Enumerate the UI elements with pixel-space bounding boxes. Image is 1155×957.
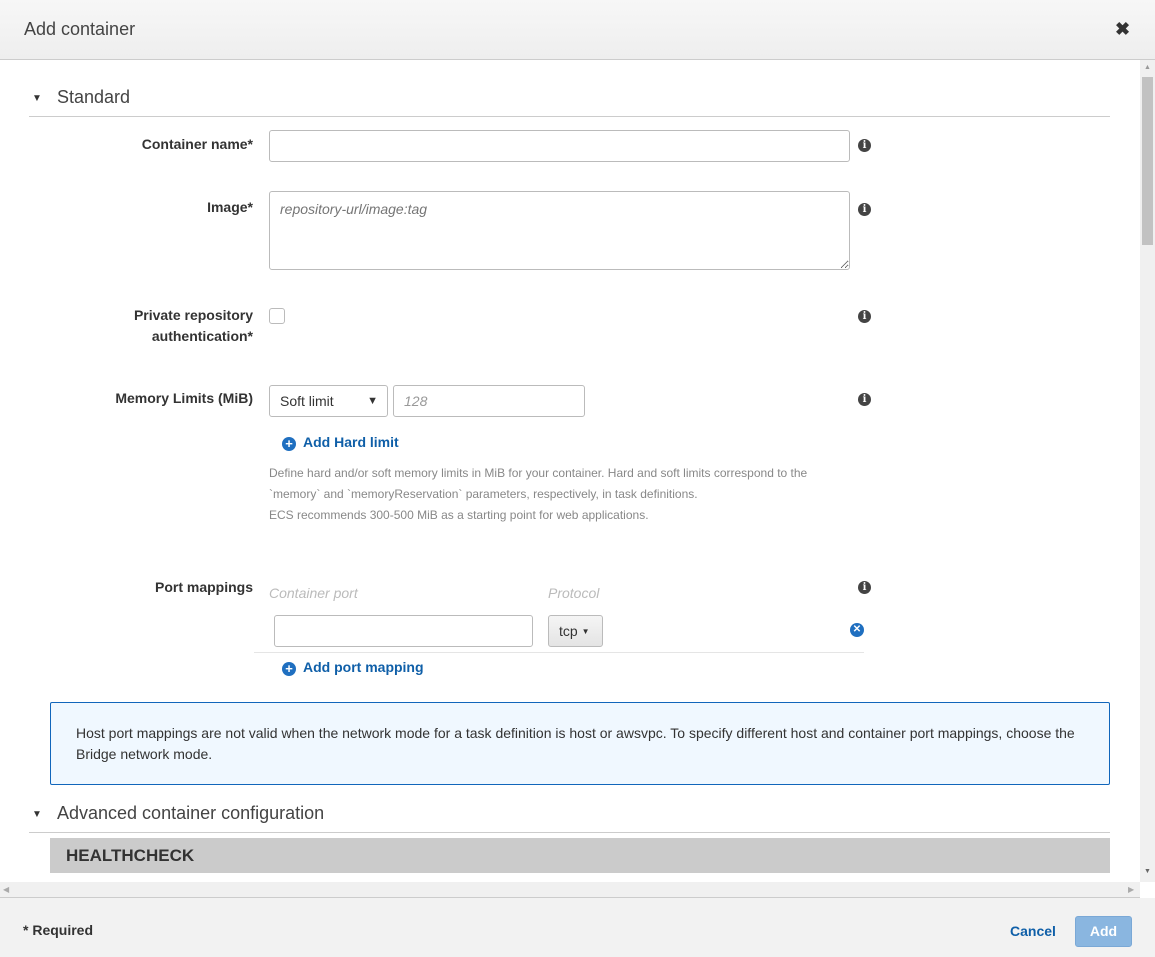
protocol-value: tcp (559, 623, 578, 639)
healthcheck-header[interactable]: HEALTHCHECK (50, 838, 1110, 873)
private-repo-label: Private repository authentication* (13, 305, 253, 347)
dialog-body: ▼ Standard Container name* i Image* i Pr… (0, 60, 1140, 882)
add-button[interactable]: Add (1075, 916, 1132, 947)
vertical-scrollbar[interactable]: ▲ ▼ (1140, 60, 1155, 882)
limit-type-value: Soft limit (280, 393, 334, 409)
memory-help-text: Define hard and/or soft memory limits in… (269, 463, 807, 526)
dialog-footer: * Required Cancel Add (0, 898, 1155, 957)
private-repo-label-line2: authentication* (151, 328, 253, 344)
add-hard-limit-link[interactable]: + Add Hard limit (282, 434, 399, 451)
divider (254, 652, 864, 653)
scroll-left-icon[interactable]: ◀ (3, 885, 9, 894)
collapse-triangle-icon[interactable]: ▼ (32, 809, 42, 820)
section-standard-title[interactable]: Standard (57, 87, 130, 108)
add-hard-limit-label: Add Hard limit (303, 434, 399, 450)
remove-port-icon[interactable]: ✕ (850, 623, 864, 637)
scroll-thumb[interactable] (1142, 77, 1153, 245)
divider (29, 116, 1110, 117)
scroll-right-icon[interactable]: ▶ (1128, 885, 1134, 894)
container-name-label: Container name* (141, 136, 253, 152)
image-input[interactable] (269, 191, 850, 270)
info-icon[interactable]: i (858, 203, 871, 216)
dialog-title: Add container (24, 19, 136, 39)
help-line: `memory` and `memoryReservation` paramet… (269, 487, 698, 501)
network-mode-notice: Host port mappings are not valid when th… (50, 702, 1110, 785)
close-icon[interactable]: ✖ (1115, 19, 1130, 40)
required-note: * Required (23, 922, 94, 938)
container-port-header: Container port (269, 585, 358, 601)
divider (29, 832, 1110, 833)
container-port-input[interactable] (274, 615, 533, 647)
memory-limits-label: Memory Limits (MiB) (115, 390, 253, 406)
help-line: Define hard and/or soft memory limits in… (269, 466, 808, 480)
container-name-input[interactable] (269, 130, 850, 162)
image-label: Image* (207, 199, 253, 215)
dropdown-arrow-icon: ▼ (581, 627, 590, 636)
section-advanced-title[interactable]: Advanced container configuration (57, 803, 324, 824)
add-port-mapping-link[interactable]: + Add port mapping (282, 659, 424, 676)
add-port-mapping-label: Add port mapping (303, 659, 424, 675)
memory-limit-input[interactable]: 128 (393, 385, 585, 417)
dropdown-arrow-icon: ▼ (367, 395, 378, 407)
port-mappings-label: Port mappings (154, 579, 253, 595)
info-icon[interactable]: i (858, 310, 871, 323)
scroll-down-icon[interactable]: ▼ (1144, 868, 1151, 875)
plus-circle-icon: + (282, 437, 296, 451)
help-line: ECS recommends 300-500 MiB as a starting… (269, 508, 649, 522)
private-repo-checkbox[interactable] (269, 308, 285, 324)
collapse-triangle-icon[interactable]: ▼ (32, 93, 42, 104)
dialog-header: Add container ✖ (0, 0, 1155, 60)
private-repo-label-line1: Private repository (133, 307, 253, 323)
scroll-up-icon[interactable]: ▲ (1144, 64, 1151, 71)
info-icon[interactable]: i (858, 581, 871, 594)
horizontal-scrollbar[interactable]: ◀ ▶ (0, 882, 1140, 898)
protocol-header: Protocol (548, 585, 600, 601)
info-icon[interactable]: i (858, 139, 871, 152)
limit-type-select[interactable]: Soft limit ▼ (269, 385, 388, 417)
plus-circle-icon: + (282, 662, 296, 676)
protocol-select[interactable]: tcp ▼ (548, 615, 603, 647)
cancel-button[interactable]: Cancel (1010, 923, 1056, 939)
info-icon[interactable]: i (858, 393, 871, 406)
